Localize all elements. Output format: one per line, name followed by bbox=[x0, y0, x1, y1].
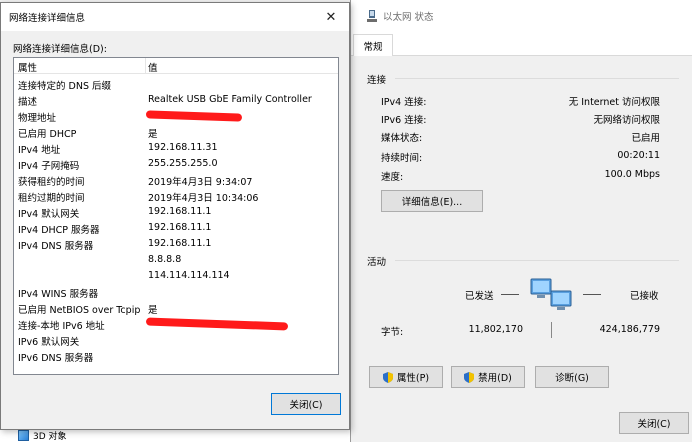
property-cell: IPv4 地址 bbox=[18, 145, 61, 156]
status-close-button[interactable]: 关闭(C) bbox=[619, 412, 689, 434]
bytes-received-value: 424,186,779 bbox=[599, 324, 660, 335]
details-titlebar: 网络连接详细信息 ✕ bbox=[1, 3, 349, 31]
status-footer: 关闭(C) bbox=[351, 408, 692, 442]
list-item[interactable]: 描述 Realtek USB GbE Family Controller bbox=[14, 92, 338, 108]
connection-details-dialog: 网络连接详细信息 ✕ 网络连接详细信息(D): 属性 值 连接特定的 DNS 后… bbox=[0, 2, 350, 430]
details-close-button[interactable]: 关闭(C) bbox=[271, 393, 341, 415]
media-state-value: 已启用 bbox=[631, 133, 660, 144]
details-title: 网络连接详细信息 bbox=[9, 13, 86, 24]
diagnose-button[interactable]: 诊断(G) bbox=[535, 366, 609, 388]
received-label: 已接收 bbox=[630, 291, 659, 302]
property-cell: IPv4 DNS 服务器 bbox=[18, 241, 94, 252]
ipv4-connectivity-value: 无 Internet 访问权限 bbox=[568, 97, 660, 108]
value-cell: 2019年4月3日 9:34:07 bbox=[148, 177, 253, 188]
disable-button-label: 禁用(D) bbox=[478, 373, 512, 384]
property-cell: IPv4 子网掩码 bbox=[18, 161, 80, 172]
connection-group-label: 连接 bbox=[367, 75, 387, 86]
details-caption: 网络连接详细信息(D): bbox=[13, 44, 107, 55]
uac-shield-icon bbox=[464, 371, 475, 383]
speed-value: 100.0 Mbps bbox=[604, 169, 660, 180]
property-cell: IPv4 DHCP 服务器 bbox=[18, 225, 100, 236]
sent-label: 已发送 bbox=[465, 291, 494, 302]
list-item[interactable]: IPv4 WINS 服务器 bbox=[14, 284, 338, 300]
bytes-label: 字节: bbox=[381, 327, 404, 338]
explorer-item-label: 3D 对象 bbox=[33, 431, 67, 442]
value-cell: 192.168.11.1 bbox=[148, 238, 212, 249]
disable-button[interactable]: 禁用(D) bbox=[451, 366, 525, 388]
property-cell: IPv4 WINS 服务器 bbox=[18, 289, 99, 300]
details-button[interactable]: 详细信息(E)... bbox=[381, 190, 483, 212]
property-cell: 描述 bbox=[18, 97, 38, 108]
tab-strip: 常规 bbox=[351, 34, 692, 57]
property-cell: IPv4 默认网关 bbox=[18, 209, 80, 220]
properties-button[interactable]: 属性(P) bbox=[369, 366, 443, 388]
list-item[interactable]: IPv4 地址 192.168.11.31 bbox=[14, 140, 338, 156]
property-cell: IPv6 DNS 服务器 bbox=[18, 353, 94, 364]
value-cell: Realtek USB GbE Family Controller bbox=[148, 94, 312, 105]
property-cell: 租约过期的时间 bbox=[18, 193, 85, 204]
duration-value: 00:20:11 bbox=[617, 150, 660, 161]
list-item[interactable]: IPv4 DNS 服务器 192.168.11.1 bbox=[14, 236, 338, 252]
list-item[interactable]: IPv4 子网掩码 255.255.255.0 bbox=[14, 156, 338, 172]
property-cell: 物理地址 bbox=[18, 113, 57, 124]
list-item[interactable]: IPv4 默认网关 192.168.11.1 bbox=[14, 204, 338, 220]
value-cell: 是 bbox=[148, 129, 158, 140]
status-titlebar: 以太网 状态 bbox=[351, 0, 692, 32]
property-cell: IPv6 默认网关 bbox=[18, 337, 80, 348]
duration-label: 持续时间: bbox=[381, 153, 423, 164]
value-cell: 255.255.255.0 bbox=[148, 158, 218, 169]
list-item[interactable]: 8.8.8.8 bbox=[14, 252, 338, 268]
bytes-divider bbox=[551, 322, 552, 338]
list-item[interactable]: IPv4 DHCP 服务器 192.168.11.1 bbox=[14, 220, 338, 236]
list-item[interactable]: 租约过期的时间 2019年4月3日 10:34:06 bbox=[14, 188, 338, 204]
value-cell: 192.168.11.1 bbox=[148, 206, 212, 217]
properties-button-label: 属性(P) bbox=[396, 373, 430, 384]
media-state-label: 媒体状态: bbox=[381, 133, 423, 144]
ethernet-status-window: 以太网 状态 常规 连接 IPv4 连接: 无 Internet 访问权限 IP… bbox=[350, 0, 692, 442]
property-cell: 连接-本地 IPv6 地址 bbox=[18, 321, 105, 332]
activity-group-label: 活动 bbox=[367, 257, 387, 268]
close-icon[interactable]: ✕ bbox=[323, 9, 339, 25]
column-header-value[interactable]: 值 bbox=[148, 60, 158, 74]
status-body: 连接 IPv4 连接: 无 Internet 访问权限 IPv6 连接: 无网络… bbox=[351, 56, 692, 408]
network-adapter-icon bbox=[367, 10, 377, 22]
explorer-3d-objects-item[interactable]: 3D 对象 bbox=[18, 428, 67, 442]
ipv4-connectivity-label: IPv4 连接: bbox=[381, 97, 427, 108]
value-cell: 2019年4月3日 10:34:06 bbox=[148, 193, 259, 204]
property-cell: 已启用 NetBIOS over Tcpip bbox=[18, 305, 141, 316]
tab-general[interactable]: 常规 bbox=[353, 34, 393, 57]
list-item[interactable]: IPv6 默认网关 bbox=[14, 332, 338, 348]
received-dash bbox=[583, 294, 601, 295]
activity-group-line bbox=[395, 260, 679, 261]
property-cell: 获得租约的时间 bbox=[18, 177, 85, 188]
value-cell: 是 bbox=[148, 305, 158, 316]
property-cell: 已启用 DHCP bbox=[18, 129, 77, 140]
connection-group-line bbox=[395, 78, 679, 79]
status-window-title: 以太网 状态 bbox=[383, 12, 434, 23]
bytes-sent-value: 11,802,170 bbox=[468, 324, 523, 335]
column-divider[interactable] bbox=[145, 58, 146, 74]
details-list[interactable]: 属性 值 连接特定的 DNS 后缀 描述 Realtek USB GbE Fami… bbox=[13, 57, 339, 375]
list-item[interactable]: 已启用 NetBIOS over Tcpip 是 bbox=[14, 300, 338, 316]
property-cell: 连接特定的 DNS 后缀 bbox=[18, 81, 111, 92]
list-item[interactable]: 已启用 DHCP 是 bbox=[14, 124, 338, 140]
list-item[interactable]: 114.114.114.114 bbox=[14, 268, 338, 284]
column-header-property[interactable]: 属性 bbox=[18, 60, 37, 74]
details-list-header: 属性 值 bbox=[14, 58, 338, 74]
ipv6-connectivity-value: 无网络访问权限 bbox=[593, 115, 660, 126]
value-cell: 192.168.11.31 bbox=[148, 142, 218, 153]
list-item[interactable]: 获得租约的时间 2019年4月3日 9:34:07 bbox=[14, 172, 338, 188]
list-item[interactable]: 连接特定的 DNS 后缀 bbox=[14, 76, 338, 92]
sent-dash bbox=[501, 294, 519, 295]
speed-label: 速度: bbox=[381, 172, 404, 183]
value-cell: 8.8.8.8 bbox=[148, 254, 182, 265]
list-item[interactable]: IPv6 DNS 服务器 bbox=[14, 348, 338, 364]
uac-shield-icon bbox=[382, 371, 393, 383]
3d-objects-icon bbox=[18, 429, 29, 441]
value-cell: 192.168.11.1 bbox=[148, 222, 212, 233]
network-activity-icon bbox=[530, 278, 572, 310]
ipv6-connectivity-label: IPv6 连接: bbox=[381, 115, 427, 126]
value-cell: 114.114.114.114 bbox=[148, 270, 230, 281]
